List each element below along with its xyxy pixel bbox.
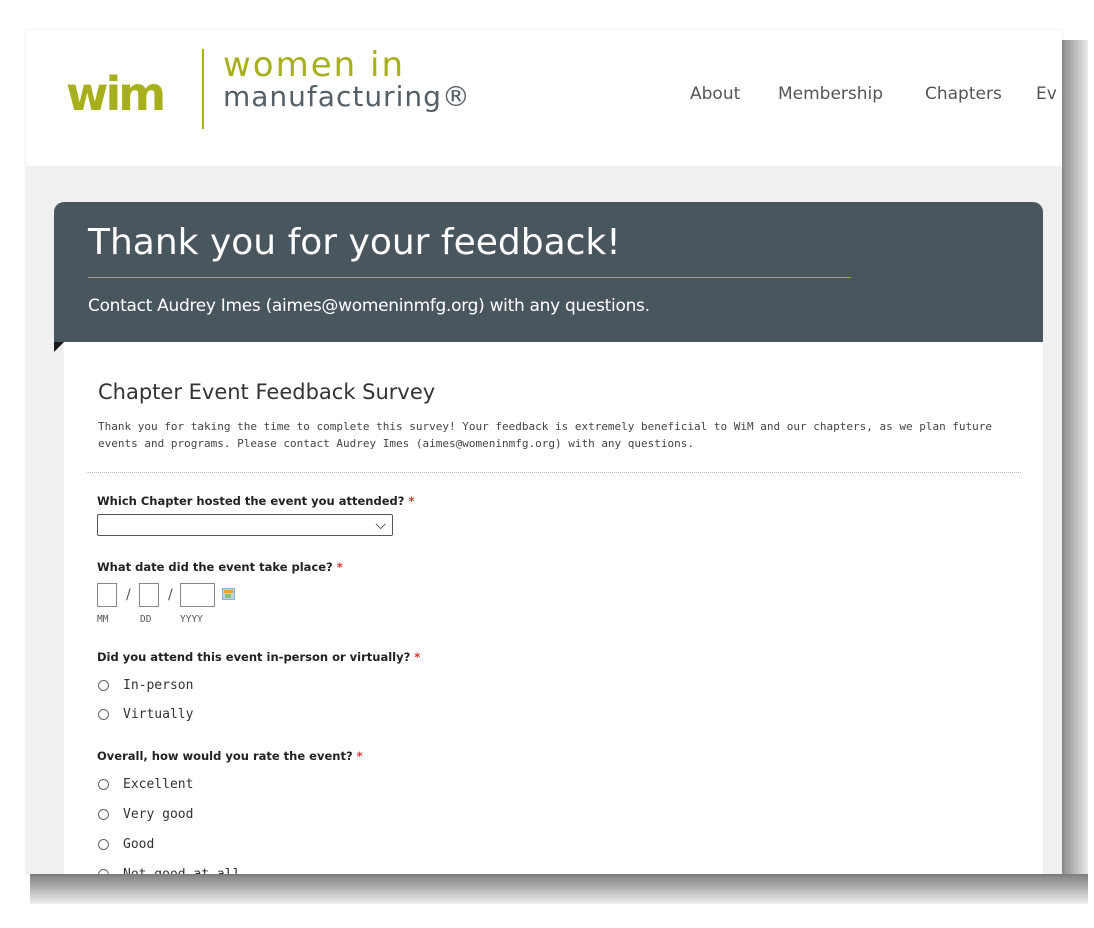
date-separator: / — [126, 587, 131, 603]
radio-label: Not good at all — [123, 866, 240, 874]
nav-membership[interactable]: Membership — [778, 83, 883, 105]
required-marker: * — [408, 494, 415, 508]
chevron-down-icon: ⌵ — [375, 517, 386, 533]
nav-about[interactable]: About — [690, 83, 740, 105]
radio-label: Virtually — [123, 707, 194, 722]
radio-button[interactable] — [98, 779, 109, 790]
main-nav: About Membership Chapters Ev — [26, 83, 1062, 113]
question-text: Which Chapter hosted the event you atten… — [97, 494, 405, 508]
radio-button[interactable] — [98, 809, 109, 820]
survey-form: Chapter Event Feedback Survey Thank you … — [64, 342, 1043, 874]
date-day-input[interactable] — [139, 583, 159, 607]
required-marker: * — [336, 560, 343, 574]
question-chapter-label: Which Chapter hosted the event you atten… — [97, 493, 414, 509]
question-date-label: What date did the event take place? * — [97, 559, 343, 575]
banner-subtitle: Contact Audrey Imes (aimes@womeninmfg.or… — [88, 296, 650, 316]
radio-label: Excellent — [123, 777, 194, 792]
radio-label: In-person — [123, 678, 194, 693]
form-title: Chapter Event Feedback Survey — [98, 380, 436, 404]
radio-label: Very good — [123, 807, 194, 822]
form-divider — [86, 472, 1021, 473]
question-text: Did you attend this event in-person or v… — [97, 650, 411, 664]
required-marker: * — [414, 650, 421, 664]
date-separator: / — [168, 587, 173, 603]
browser-viewport: wim women in manufacturing® About Member… — [26, 30, 1062, 874]
chapter-select[interactable]: ⌵ — [97, 514, 393, 536]
screenshot-shadow — [1062, 40, 1088, 890]
nav-events[interactable]: Ev — [1036, 83, 1057, 105]
banner-divider — [88, 277, 851, 278]
date-month-input[interactable] — [97, 583, 117, 607]
radio-label: Good — [123, 837, 155, 852]
question-text: Overall, how would you rate the event? — [97, 749, 353, 763]
radio-button[interactable] — [98, 709, 109, 720]
nav-chapters[interactable]: Chapters — [925, 83, 1002, 105]
required-marker: * — [356, 749, 363, 763]
site-header: wim women in manufacturing® About Member… — [26, 30, 1062, 166]
date-hint-year: YYYY — [180, 614, 203, 625]
radio-button[interactable] — [98, 869, 109, 874]
calendar-icon[interactable] — [222, 588, 235, 600]
question-text: What date did the event take place? — [97, 560, 333, 574]
radio-button[interactable] — [98, 680, 109, 691]
screenshot-shadow — [30, 874, 1088, 904]
page-title: Thank you for your feedback! — [88, 222, 621, 263]
question-attendance-label: Did you attend this event in-person or v… — [97, 649, 420, 665]
date-hint-day: DD — [140, 614, 152, 625]
date-hint-month: MM — [97, 614, 109, 625]
radio-button[interactable] — [98, 839, 109, 850]
question-rating-label: Overall, how would you rate the event? * — [97, 748, 363, 764]
page-banner: Thank you for your feedback! Contact Aud… — [54, 202, 1043, 342]
date-year-input[interactable] — [180, 583, 215, 607]
form-intro: Thank you for taking the time to complet… — [98, 420, 993, 450]
banner-fold-decoration — [54, 342, 64, 352]
